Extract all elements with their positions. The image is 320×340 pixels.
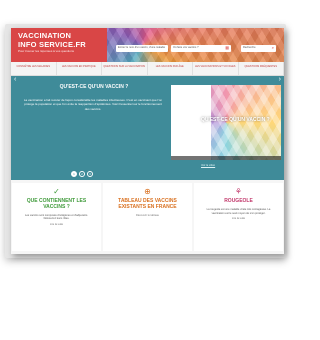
logo-line-2: INFO SERVICE.FR [18,39,86,49]
nav-item-age[interactable]: LES VACCINS PAR ÂGE [148,62,193,75]
check-icon: ✓ [53,187,60,196]
card-link[interactable]: Lire la suite [12,223,101,226]
main-nav: CONNAÎTRE LES MALADIES LES VACCINS EN PR… [11,62,284,76]
carousel-dot-2[interactable]: 2 [79,171,85,177]
video-title: QU'EST-CE QU'UN VACCIN ? [201,117,270,123]
search-icon[interactable]: ⌕ [272,46,274,50]
carousel-pagination: 1 2 3 [71,171,93,177]
card-title: TABLEAU DES VACCINS EXISTANTS EN FRANCE [118,198,177,210]
hero-text: La vaccination a fait reculer de façon c… [23,98,163,111]
carousel-dot-3[interactable]: 3 [87,171,93,177]
calendar-icon: ▦ [225,45,229,50]
site-header: VACCINATION INFO SERVICE.FR Pour trouver… [11,28,284,62]
hero-title: QU'EST-CE QU'UN VACCIN ? [59,84,129,90]
location-search-input[interactable]: Où faire vos vaccins ? ▦ [171,45,231,52]
nav-item-maladies[interactable]: CONNAÎTRE LES MALADIES [11,62,57,75]
plus-circle-icon: ⊕ [144,187,151,196]
nav-item-voyages[interactable]: LES VACCINATIONS ET VOYAGES [193,62,239,75]
video-link[interactable]: Voir la vidéo [201,164,215,167]
logo-line-1: VACCINATION [18,31,72,40]
logo-tagline: Pour trouver les réponses à vos question… [18,49,75,53]
virus-icon: ⚘ [234,187,243,196]
nav-item-frequentes[interactable]: QUESTIONS FRÉQUENTES [239,62,284,75]
card-link[interactable]: Lire la suite [194,217,283,220]
vaccine-search-placeholder: Entrez le nom d'un vaccin, d'une maladie [118,46,166,49]
carousel-next-icon[interactable]: › [279,76,281,83]
card-text: La rougeole est une maladie virale très … [206,207,271,215]
card-rougeole[interactable]: ⚘ ROUGEOLE La rougeole est une maladie v… [194,183,283,251]
carousel-prev-icon[interactable]: ‹ [14,76,16,83]
site-search-input[interactable]: Recherche ⌕ [241,45,276,52]
nav-item-questions[interactable]: QUESTIONS SUR LA VACCINATION [102,62,148,75]
video-controls-bar[interactable] [171,156,281,160]
location-search-placeholder: Où faire vos vaccins ? [173,46,199,49]
card-composition[interactable]: ✓ QUE CONTIENNENT LES VACCINS ? Les vacc… [12,183,101,251]
card-text: Les vaccins sont composés d'antigènes et… [25,213,88,221]
video-player[interactable]: QU'EST-CE QU'UN VACCIN ? [171,85,281,160]
site-search-placeholder: Recherche [243,46,256,49]
card-title: ROUGEOLE [224,198,253,204]
card-link[interactable]: Découvrir le tableau [103,214,192,217]
vaccine-search-input[interactable]: Entrez le nom d'un vaccin, d'une maladie [116,45,168,52]
card-vaccine-table[interactable]: ⊕ TABLEAU DES VACCINS EXISTANTS EN FRANC… [103,183,192,251]
site-logo[interactable]: VACCINATION INFO SERVICE.FR Pour trouver… [18,32,86,53]
card-title: QUE CONTIENNENT LES VACCINS ? [26,198,87,210]
nav-item-pratique[interactable]: LES VACCINS EN PRATIQUE [57,62,102,75]
feature-cards: ✓ QUE CONTIENNENT LES VACCINS ? Les vacc… [11,180,284,254]
website-screenshot: VACCINATION INFO SERVICE.FR Pour trouver… [11,28,284,254]
carousel-dot-1[interactable]: 1 [71,171,77,177]
